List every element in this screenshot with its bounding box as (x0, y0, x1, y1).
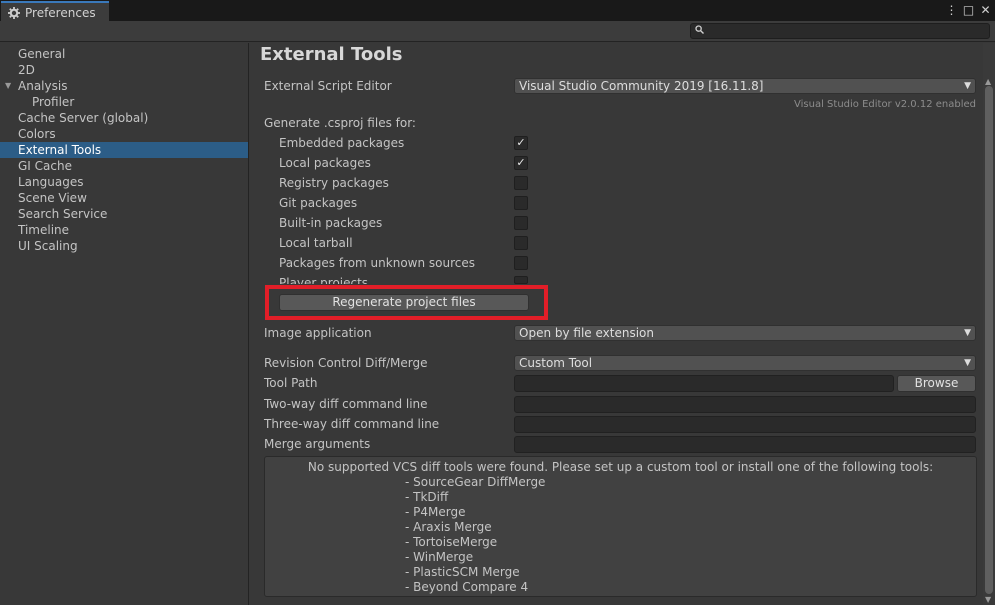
sidebar-item-label: Analysis (18, 79, 68, 93)
sidebar-item-ui-scaling[interactable]: UI Scaling (0, 238, 248, 254)
merge-arguments-field[interactable] (514, 436, 976, 453)
gear-icon (7, 6, 21, 20)
sidebar-item-gi-cache[interactable]: GI Cache (0, 158, 248, 174)
list-item: - TkDiff (405, 490, 449, 504)
builtin-packages-label: Built-in packages (279, 216, 383, 230)
list-item: - P4Merge (405, 505, 466, 519)
local-packages-checkbox[interactable]: ✓ (514, 156, 528, 170)
sidebar-item-cache-server[interactable]: Cache Server (global) (0, 110, 248, 126)
vcs-help-box: No supported VCS diff tools were found. … (264, 456, 977, 597)
revision-control-value: Custom Tool (519, 356, 593, 370)
sidebar-item-scene-view[interactable]: Scene View (0, 190, 248, 206)
tool-path-label: Tool Path (264, 376, 318, 390)
maximize-icon[interactable]: □ (963, 3, 974, 17)
preferences-tab[interactable]: Preferences (1, 1, 109, 23)
list-item: - PlasticSCM Merge (405, 565, 520, 579)
three-way-diff-label: Three-way diff command line (264, 417, 440, 431)
foldout-arrow-icon[interactable]: ▼ (5, 78, 11, 94)
scroll-up-icon[interactable]: ▲ (985, 77, 991, 86)
sidebar-item-general[interactable]: General (0, 46, 248, 62)
sidebar: General 2D ▼ Analysis Profiler Cache Serv… (0, 43, 249, 605)
embedded-packages-checkbox[interactable]: ✓ (514, 136, 528, 150)
vertical-scrollbar[interactable]: ▲ ▼ (983, 43, 995, 605)
regenerate-project-files-button[interactable]: Regenerate project files (279, 294, 529, 311)
sidebar-item-external-tools[interactable]: External Tools (0, 142, 248, 158)
browse-button[interactable]: Browse (897, 375, 976, 392)
sidebar-item-colors[interactable]: Colors (0, 126, 248, 142)
image-application-value: Open by file extension (519, 326, 654, 340)
search-input[interactable] (708, 25, 989, 37)
local-tarball-label: Local tarball (279, 236, 353, 250)
unknown-sources-checkbox[interactable] (514, 256, 528, 270)
image-application-dropdown[interactable]: Open by file extension ▼ (514, 325, 976, 341)
sidebar-item-analysis[interactable]: ▼ Analysis (0, 78, 248, 94)
window-titlebar: Preferences ⋮ □ ✕ (0, 0, 995, 23)
tool-path-field[interactable] (514, 375, 894, 392)
revision-control-dropdown[interactable]: Custom Tool ▼ (514, 355, 976, 371)
script-editor-label: External Script Editor (264, 79, 392, 93)
page-title: External Tools (260, 44, 403, 65)
git-packages-label: Git packages (279, 196, 358, 210)
two-way-diff-label: Two-way diff command line (264, 397, 428, 411)
list-item: - Araxis Merge (405, 520, 492, 534)
two-way-diff-field[interactable] (514, 396, 976, 413)
window-controls: ⋮ □ ✕ (946, 2, 991, 18)
local-tarball-checkbox[interactable] (514, 236, 528, 250)
player-projects-checkbox[interactable] (514, 276, 528, 284)
list-item: - Beyond Compare 4 (405, 580, 529, 594)
sidebar-item-profiler[interactable]: Profiler (0, 94, 248, 110)
list-item: - WinMerge (405, 550, 474, 564)
sidebar-item-search-service[interactable]: Search Service (0, 206, 248, 222)
git-packages-checkbox[interactable] (514, 196, 528, 210)
builtin-packages-checkbox[interactable] (514, 216, 528, 230)
search-icon (695, 25, 704, 37)
three-way-diff-field[interactable] (514, 416, 976, 433)
list-item: - TortoiseMerge (405, 535, 498, 549)
csproj-heading: Generate .csproj files for: (264, 116, 416, 130)
search-box[interactable] (690, 23, 990, 39)
image-application-label: Image application (264, 326, 372, 340)
sidebar-item-languages[interactable]: Languages (0, 174, 248, 190)
chevron-down-icon: ▼ (964, 358, 971, 368)
scroll-down-icon[interactable]: ▼ (985, 595, 991, 604)
registry-packages-checkbox[interactable] (514, 176, 528, 190)
script-editor-dropdown[interactable]: Visual Studio Community 2019 [16.11.8] ▼ (514, 78, 976, 94)
main-panel: External Tools External Script Editor Vi… (250, 43, 983, 605)
sidebar-item-2d[interactable]: 2D (0, 62, 248, 78)
kebab-menu-icon[interactable]: ⋮ (946, 3, 958, 17)
script-editor-value: Visual Studio Community 2019 [16.11.8] (519, 79, 764, 93)
chevron-down-icon: ▼ (964, 328, 971, 338)
editor-version-hint: Visual Studio Editor v2.0.12 enabled (794, 99, 976, 110)
registry-packages-label: Registry packages (279, 176, 389, 190)
vcs-tool-list: - SourceGear DiffMerge - TkDiff - P4Merg… (265, 475, 976, 595)
close-icon[interactable]: ✕ (980, 3, 991, 17)
merge-arguments-label: Merge arguments (264, 437, 371, 451)
vcs-help-message: No supported VCS diff tools were found. … (307, 460, 934, 474)
player-projects-label: Player projects (279, 276, 369, 284)
revision-control-label: Revision Control Diff/Merge (264, 356, 428, 370)
sidebar-item-timeline[interactable]: Timeline (0, 222, 248, 238)
local-packages-label: Local packages (279, 156, 371, 170)
scroll-thumb[interactable] (985, 86, 993, 594)
unknown-sources-label: Packages from unknown sources (279, 256, 475, 270)
window-title: Preferences (25, 6, 96, 20)
toolbar (0, 21, 995, 42)
list-item: - SourceGear DiffMerge (405, 475, 546, 489)
embedded-packages-label: Embedded packages (279, 136, 405, 150)
chevron-down-icon: ▼ (964, 81, 971, 91)
